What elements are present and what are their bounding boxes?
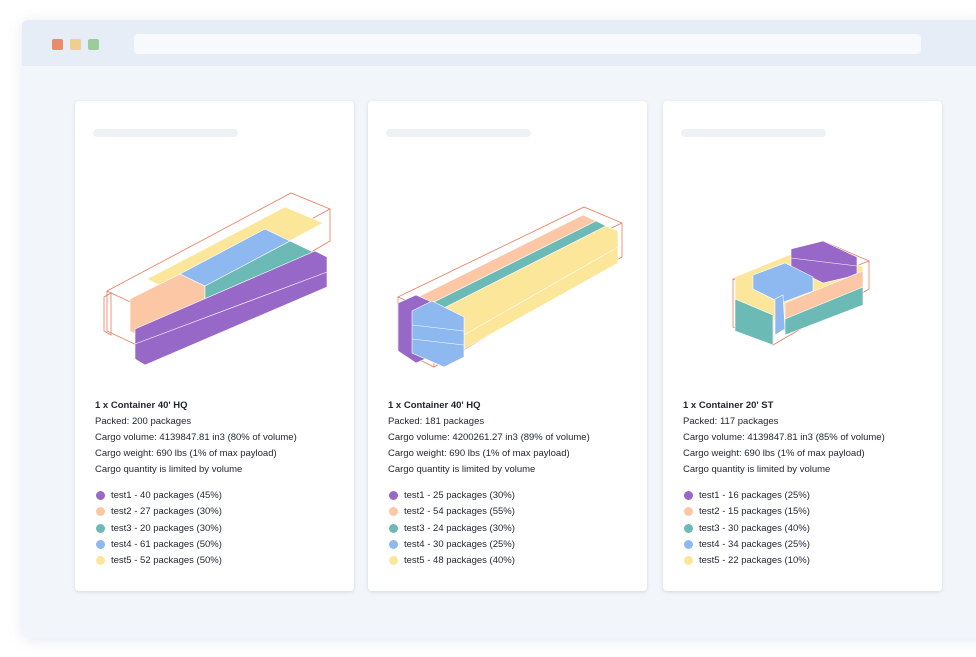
limit-note: Cargo quantity is limited by volume [95, 464, 243, 475]
container-title: 1 x Container 40' HQ [388, 400, 481, 411]
container-summary: 1 x Container 20' ST Packed: 117 package… [683, 398, 885, 478]
legend-swatch [96, 507, 105, 517]
container-title: 1 x Container 40' HQ [95, 400, 188, 411]
legend-swatch [684, 556, 693, 566]
container-card-1: 1 x Container 40' HQ Packed: 200 package… [75, 101, 354, 591]
packed-count: Packed: 200 packages [95, 416, 192, 427]
container-title: 1 x Container 20' ST [683, 400, 774, 411]
legend-swatch [684, 507, 693, 517]
legend-swatch [96, 556, 105, 566]
container-3d-view [103, 192, 331, 366]
card-header-placeholder [93, 129, 238, 137]
legend-swatch [389, 556, 398, 566]
browser-window: 1 x Container 40' HQ Packed: 200 package… [22, 20, 976, 638]
card-header-placeholder [386, 129, 531, 137]
title-bar [22, 20, 976, 66]
legend-swatch [389, 491, 398, 500]
close-window-button[interactable] [52, 39, 63, 50]
legend-swatch [684, 539, 693, 549]
container-3d-view [732, 240, 870, 346]
container-card-3: 1 x Container 20' ST Packed: 117 package… [663, 101, 942, 591]
cargo-volume: Cargo volume: 4200261.27 in3 (89% of vol… [388, 432, 590, 443]
cargo-volume: Cargo volume: 4139847.81 in3 (85% of vol… [683, 432, 885, 443]
container-summary: 1 x Container 40' HQ Packed: 200 package… [95, 398, 297, 478]
cargo-weight: Cargo weight: 690 lbs (1% of max payload… [95, 448, 277, 459]
container-summary: 1 x Container 40' HQ Packed: 181 package… [388, 398, 590, 478]
legend-swatch [684, 491, 693, 500]
address-bar[interactable] [134, 34, 921, 54]
legend-swatch [96, 539, 105, 549]
packed-count: Packed: 181 packages [388, 416, 485, 427]
legend-swatch [389, 539, 398, 549]
legend-swatch [684, 523, 693, 533]
maximize-window-button[interactable] [88, 39, 99, 50]
cargo-weight: Cargo weight: 690 lbs (1% of max payload… [388, 448, 570, 459]
legend-swatch [96, 491, 105, 500]
container-card-2: 1 x Container 40' HQ Packed: 181 package… [368, 101, 647, 591]
minimize-window-button[interactable] [70, 39, 81, 50]
limit-note: Cargo quantity is limited by volume [683, 464, 831, 475]
cargo-weight: Cargo weight: 690 lbs (1% of max payload… [683, 448, 865, 459]
legend-swatch [389, 507, 398, 517]
container-3d-view [397, 206, 623, 368]
limit-note: Cargo quantity is limited by volume [388, 464, 536, 475]
packed-count: Packed: 117 packages [683, 416, 779, 427]
legend-swatch [389, 523, 398, 533]
legend-swatch [96, 523, 105, 533]
card-header-placeholder [681, 129, 826, 137]
cargo-volume: Cargo volume: 4139847.81 in3 (80% of vol… [95, 432, 297, 443]
